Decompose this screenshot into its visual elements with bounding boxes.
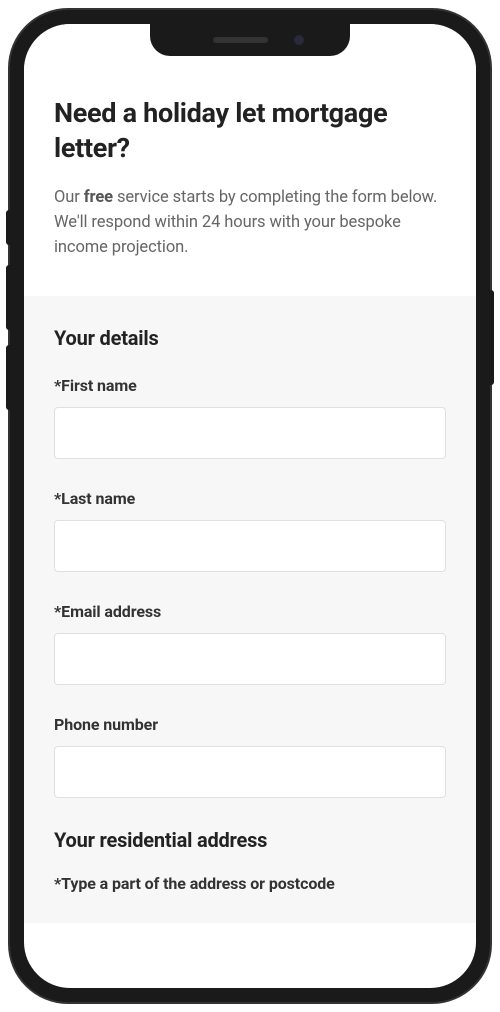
phone-input[interactable] [54, 746, 446, 798]
email-label: *Email address [54, 602, 446, 621]
page-title: Need a holiday let mortgage letter? [54, 96, 446, 166]
page-content: Need a holiday let mortgage letter? Our … [24, 24, 476, 988]
phone-notch [150, 24, 350, 56]
intro-text-before: Our [54, 188, 84, 207]
phone-speaker [213, 37, 268, 43]
phone-side-button [490, 290, 494, 385]
phone-field-group: Phone number [54, 715, 446, 798]
address-field-label: *Type a part of the address or postcode [54, 874, 446, 893]
last-name-field-group: *Last name [54, 489, 446, 572]
email-field-group: *Email address [54, 602, 446, 685]
email-input[interactable] [54, 633, 446, 685]
first-name-input[interactable] [54, 407, 446, 459]
your-details-heading: Your details [54, 326, 446, 350]
intro-text-bold: free [84, 188, 113, 207]
first-name-label: *First name [54, 376, 446, 395]
intro-text: Our free service starts by completing th… [54, 186, 446, 260]
form-section: Your details *First name *Last name *Ema… [24, 296, 476, 923]
first-name-field-group: *First name [54, 376, 446, 459]
phone-label: Phone number [54, 715, 446, 734]
phone-device-frame: Need a holiday let mortgage letter? Our … [10, 10, 490, 1002]
phone-screen: Need a holiday let mortgage letter? Our … [24, 24, 476, 988]
last-name-label: *Last name [54, 489, 446, 508]
last-name-input[interactable] [54, 520, 446, 572]
phone-camera [293, 34, 305, 46]
header-section: Need a holiday let mortgage letter? Our … [24, 24, 476, 296]
address-section-heading: Your residential address [54, 828, 446, 852]
